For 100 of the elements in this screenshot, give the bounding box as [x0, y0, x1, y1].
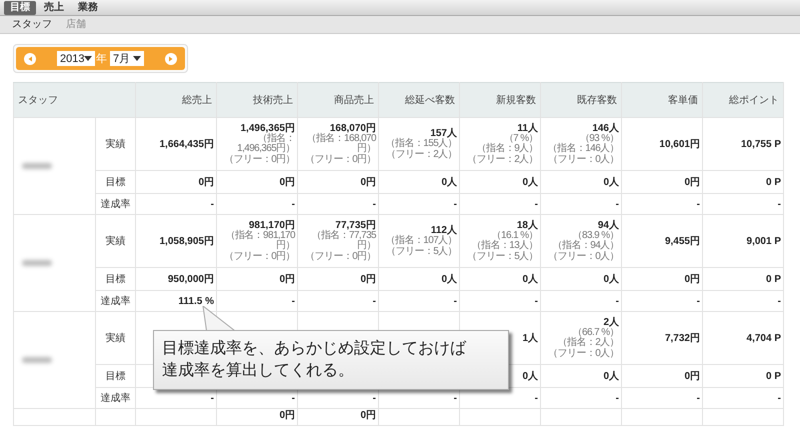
column-header: 技術売上: [253, 95, 293, 106]
cell-detail: （フリー：0円）: [304, 252, 376, 262]
row-label: 達成率: [100, 393, 130, 404]
cell-value: 0円: [359, 274, 376, 284]
cell-value: 1,496,365円: [240, 122, 295, 134]
cell-value: -: [290, 198, 295, 210]
row-label: 目標: [106, 274, 126, 285]
callout-text: 目標達成率を、あらかじめ設定しておけば 達成率を算出してくれる。: [153, 330, 509, 390]
nav-tab[interactable]: 売上: [38, 0, 70, 14]
cell-value: -: [210, 392, 214, 404]
cell-detail: （指名：2人）: [556, 338, 619, 348]
cell-detail: （66.7 %）: [572, 328, 619, 338]
cell-detail: （フリー：5人）: [385, 246, 457, 257]
cell-value: -: [614, 392, 619, 404]
cell-detail: （指名：9人）: [476, 144, 538, 154]
cell-value: 981,170円: [248, 220, 295, 231]
cell-value: 0人: [440, 176, 457, 188]
cell-value: 1,058,905円: [158, 236, 214, 246]
cell-value: -: [776, 392, 781, 404]
cell-detail: （7 %）: [504, 134, 538, 144]
cell-detail: （指名：77,735円）: [310, 230, 376, 252]
cell-detail: （16.1 %）: [492, 230, 538, 241]
row-label: 実績: [106, 236, 126, 247]
cell-value: 0円: [197, 176, 214, 188]
cell-value: 0円: [683, 370, 700, 382]
cell-value: -: [534, 392, 538, 404]
cell-detail: （フリー：0人）: [547, 252, 619, 262]
cell-value: -: [696, 198, 700, 210]
cell-value: 112人: [430, 225, 457, 236]
cell-value: 0 P: [764, 370, 781, 382]
cell-value: 0円: [359, 176, 376, 188]
cell-detail: （フリー：0円）: [223, 252, 295, 262]
column-header: スタッフ: [18, 95, 58, 106]
cell-detail: （指名：168,070円）: [305, 134, 376, 154]
column-header: 既存客数: [577, 95, 617, 106]
row-label: 目標: [106, 177, 126, 188]
cell-value: 9,455円: [664, 236, 700, 246]
cell-value: 0人: [521, 274, 538, 284]
cell-value: 0 P: [764, 274, 781, 284]
cell-value: 18人: [516, 220, 538, 231]
cell-value: -: [452, 296, 457, 306]
year-select[interactable]: 2013: [57, 51, 95, 66]
cell-value: 111.5 %: [177, 296, 214, 306]
cell-value: 0円: [278, 274, 295, 284]
cell-value: 0人: [440, 274, 457, 284]
cell-value: -: [776, 296, 781, 306]
next-icon[interactable]: [164, 52, 178, 66]
cell-detail: （フリー：0人）: [547, 154, 619, 166]
cell-value: 0人: [602, 370, 619, 382]
row-label: 目標: [106, 371, 126, 382]
column-header: 商品売上: [334, 95, 374, 106]
cell-value: 0人: [521, 176, 538, 188]
cell-detail: （フリー：0人）: [547, 348, 619, 360]
month-select[interactable]: 7月: [110, 51, 144, 66]
cell-value: -: [696, 392, 700, 404]
previous-icon[interactable]: [23, 52, 37, 66]
column-header: 総ポイント: [729, 95, 779, 106]
nav-tab[interactable]: 目標: [4, 0, 36, 14]
cell-detail: （フリー：0円）: [304, 154, 376, 166]
cell-value: -: [210, 198, 214, 210]
cell-value: 168,070円: [330, 122, 376, 134]
cell-detail: （フリー：2人）: [385, 150, 457, 160]
cell-value: 950,000円: [166, 274, 214, 284]
cell-value: -: [534, 296, 538, 306]
nav-tab[interactable]: 業務: [72, 0, 104, 14]
cell-value: 10,755 P: [740, 138, 781, 150]
cell-value: 11人: [516, 122, 538, 134]
cell-value: -: [372, 392, 376, 404]
cell-value: 0人: [602, 176, 619, 188]
cell-value: -: [614, 198, 619, 210]
row-label: 達成率: [100, 296, 130, 307]
row-label: 実績: [106, 139, 126, 150]
cell-value: 0円: [683, 176, 700, 188]
cell-value: 0人: [602, 274, 619, 284]
cell-value: 0円: [683, 274, 700, 284]
cell-value: 10,601円: [658, 138, 700, 150]
cell-value: -: [372, 198, 376, 210]
cell-value: 4,704 P: [746, 332, 781, 344]
cell-value: 0円: [278, 176, 295, 188]
cell-value: -: [776, 198, 781, 210]
cell-value: -: [372, 296, 376, 306]
cell-value: -: [290, 296, 295, 306]
cell-value: 0円: [278, 410, 295, 421]
cell-value: -: [534, 198, 538, 210]
cell-value: -: [452, 198, 457, 210]
column-header: 客単価: [668, 95, 698, 106]
cell-value: -: [614, 296, 619, 306]
cell-detail: （93 %）: [578, 134, 619, 144]
cell-value: 0 P: [764, 176, 781, 188]
cell-detail: （指名：1,496,365円）: [236, 134, 295, 154]
cell-value: 94人: [596, 220, 619, 231]
cell-value: 0人: [521, 370, 538, 382]
cell-detail: （フリー：0円）: [223, 154, 295, 166]
cell-value: 2人: [602, 316, 619, 328]
column-header: 総延べ客数: [405, 95, 455, 106]
cell-detail: （83.9 %）: [572, 230, 619, 241]
cell-value: 146人: [591, 122, 619, 134]
cell-value: 0円: [359, 410, 376, 421]
column-header: 新規客数: [496, 95, 536, 106]
sub-tab[interactable]: スタッフ: [12, 18, 52, 30]
